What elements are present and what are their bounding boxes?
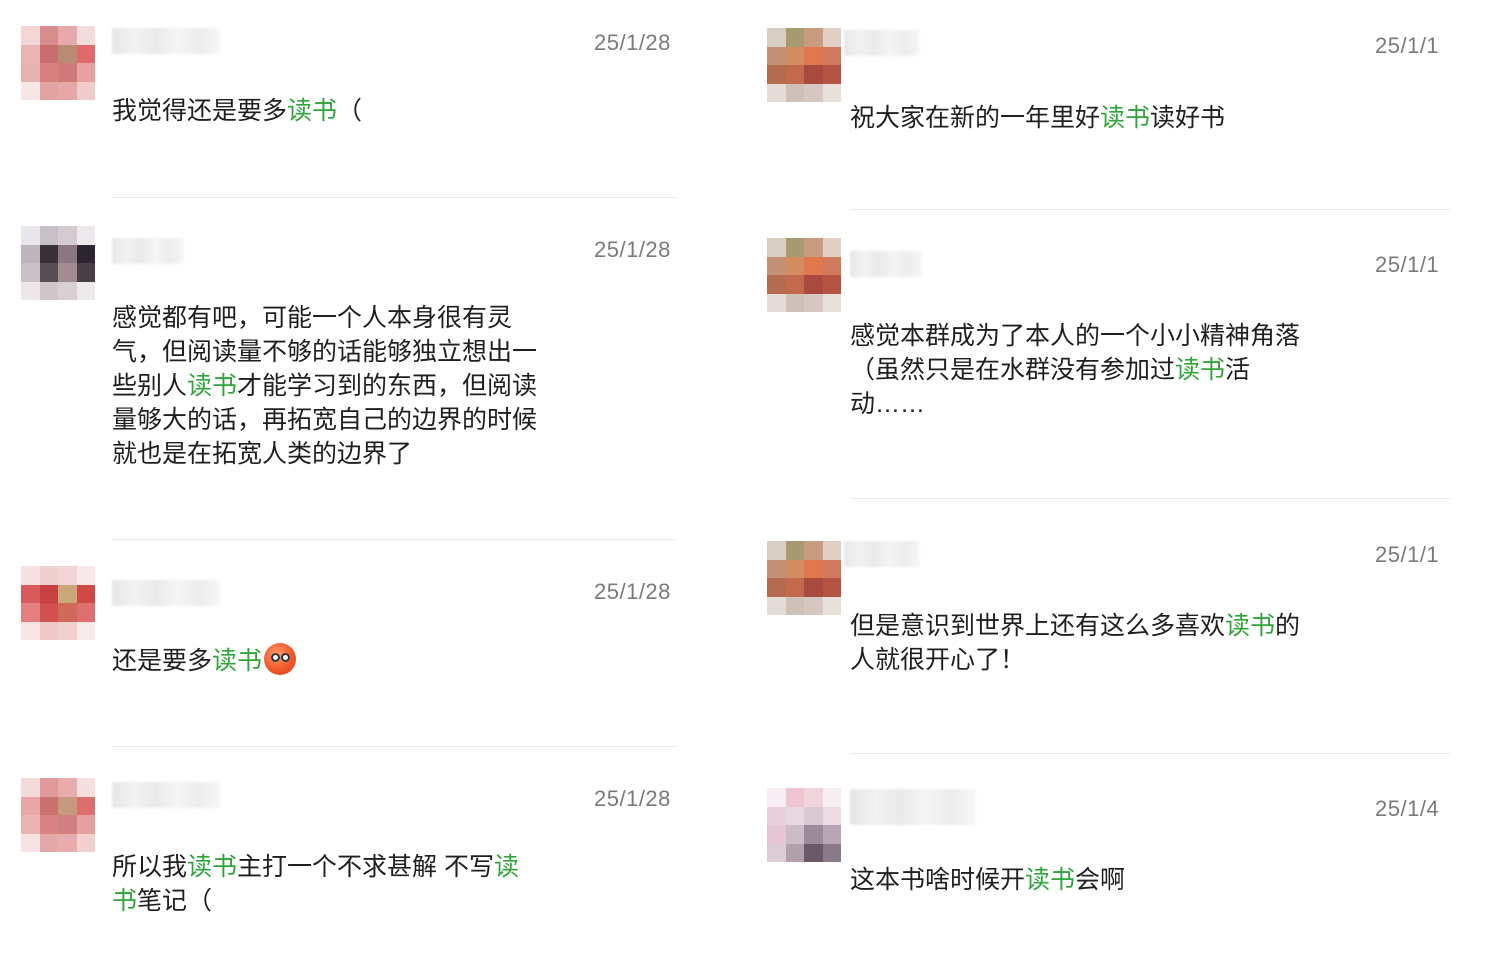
sender-name-blurred [112,782,220,808]
message-text: 感觉都有吧，可能一个人本身很有灵气，但阅读量不够的话能够独立想出一些别人读书才能… [112,304,538,468]
message-time: 25/1/28 [594,579,671,604]
divider [112,746,676,747]
sender-name-blurred [844,30,920,56]
message-text: 所以我读书主打一个不求甚解 不写读书笔记（ [112,853,519,915]
sender-name-blurred [850,789,976,825]
message-text: 我觉得还是要多读书（ [112,97,363,125]
message-text: 还是要多读书 [112,643,552,678]
avatar[interactable] [21,778,95,852]
message-time: 25/1/1 [1375,542,1440,567]
highlight-keyword[interactable]: 读书 [1025,866,1075,894]
avatar[interactable] [21,26,95,100]
message-time: 25/1/4 [1375,796,1440,821]
message-time: 25/1/28 [594,786,671,811]
divider [850,498,1450,499]
message-time: 25/1/1 [1375,252,1440,277]
highlight-keyword[interactable]: 读书 [212,647,262,675]
divider [850,753,1450,754]
message-text: 但是意识到世界上还有这么多喜欢读书的人就很开心了！ [850,612,1301,674]
sender-name-blurred [844,541,920,567]
divider [850,209,1450,210]
highlight-keyword[interactable]: 读书 [1175,356,1225,384]
message-time: 25/1/1 [1375,33,1440,58]
sender-name-blurred [850,251,922,277]
divider [112,539,676,540]
highlight-keyword[interactable]: 读书 [187,372,237,400]
avatar[interactable] [767,238,841,312]
sender-name-blurred [112,580,220,606]
highlight-keyword[interactable]: 读书 [287,97,337,125]
worried-face-emoji-icon [264,643,297,675]
message-time: 25/1/28 [594,30,671,55]
highlight-keyword[interactable]: 读书 [1100,104,1150,132]
avatar[interactable] [21,226,95,300]
highlight-keyword[interactable]: 读书 [1225,612,1275,640]
message-time: 25/1/28 [594,237,671,262]
highlight-keyword[interactable]: 读书 [187,853,237,881]
avatar[interactable] [767,788,841,862]
avatar[interactable] [767,28,841,102]
avatar[interactable] [767,541,841,615]
message-text: 感觉本群成为了本人的一个小小精神角落（虽然只是在水群没有参加过读书活动…… [850,322,1301,418]
message-text: 祝大家在新的一年里好读书读好书 [850,104,1226,132]
divider [112,197,676,198]
sender-name-blurred [112,238,184,264]
avatar[interactable] [21,566,95,640]
message-text: 这本书啥时候开读书会啊 [850,866,1126,894]
sender-name-blurred [112,28,220,54]
